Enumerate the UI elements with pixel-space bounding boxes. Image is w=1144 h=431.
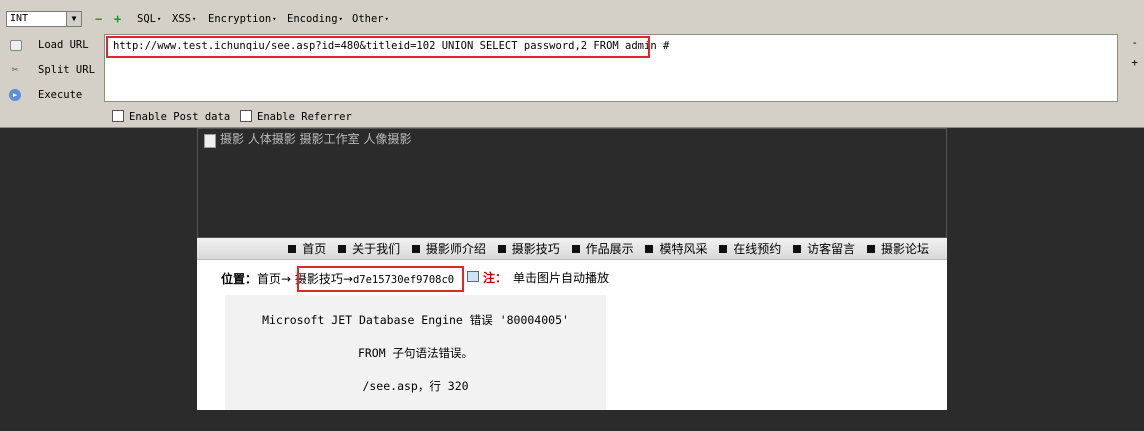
- bullet-icon: [719, 245, 728, 253]
- play-icon: ▶: [9, 89, 21, 101]
- type-select[interactable]: INT ▼: [6, 11, 82, 27]
- bullet-icon: [645, 245, 654, 253]
- nav-item-home[interactable]: 首页: [288, 238, 326, 260]
- execute-label: Execute: [38, 89, 83, 101]
- chevron-down-icon: ▼: [66, 12, 81, 26]
- caret-down-icon: ▾: [272, 15, 277, 23]
- caret-down-icon: ▾: [191, 15, 197, 23]
- caret-down-icon: ▾: [384, 15, 389, 23]
- scissors-icon: ✂: [11, 63, 19, 76]
- nav-item-photographers[interactable]: 摄影师介绍: [411, 238, 486, 260]
- breadcrumb-home-link[interactable]: 首页→: [257, 272, 291, 286]
- bullet-icon: [866, 245, 875, 253]
- execute-button[interactable]: ▶ Execute: [6, 87, 96, 105]
- bullet-icon: [411, 245, 420, 253]
- split-url-label: Split URL: [38, 64, 95, 76]
- bullet-icon: [793, 245, 802, 253]
- menu-encoding[interactable]: Encoding▾: [287, 13, 343, 25]
- load-url-button[interactable]: Load URL: [6, 37, 96, 55]
- nav-item-tips[interactable]: 摄影技巧: [497, 238, 560, 260]
- hackbar-toolbar: INT ▼ − + SQL▾ XSS▾ Encryption▾ Encoding…: [0, 0, 1144, 128]
- nav-bar: 首页 关于我们 摄影师介绍 摄影技巧 作品展示 模特风采 在线预约 访客留言 摄…: [197, 238, 947, 260]
- error-line-1: Microsoft JET Database Engine 错误 '800040…: [262, 313, 569, 327]
- checkbox-icon: [240, 110, 252, 122]
- nav-item-about[interactable]: 关于我们: [338, 238, 400, 260]
- caret-down-icon: ▾: [156, 15, 162, 23]
- enable-referrer-checkbox[interactable]: Enable Referrer: [240, 110, 352, 123]
- note-label: 注：: [483, 271, 508, 285]
- nav-item-works[interactable]: 作品展示: [571, 238, 634, 260]
- enable-post-checkbox[interactable]: Enable Post data: [112, 110, 230, 123]
- monitor-icon: [467, 271, 479, 282]
- nav-item-booking[interactable]: 在线预约: [719, 238, 781, 260]
- minus-icon[interactable]: −: [95, 13, 102, 25]
- shrink-textarea-button[interactable]: -: [1131, 36, 1138, 49]
- menu-sql[interactable]: SQL▾: [137, 13, 161, 25]
- slideshow-note: 注： 单击图片自动播放: [467, 269, 609, 286]
- menu-other[interactable]: Other▾: [352, 13, 389, 25]
- nav-item-forum[interactable]: 摄影论坛: [866, 238, 929, 260]
- error-line-2: FROM 子句语法错误。: [357, 346, 474, 360]
- error-line-3: /see.asp，行 320: [362, 379, 469, 393]
- main-content: 位置：首页→ 摄影技巧→d7e15730ef9708c0 注： 单击图片自动播放 …: [197, 260, 947, 410]
- menu-xss[interactable]: XSS▾: [172, 13, 196, 25]
- load-url-icon: [10, 40, 22, 51]
- url-highlight-box: [106, 36, 650, 58]
- nav-item-guestbook[interactable]: 访客留言: [793, 238, 855, 260]
- menu-encryption[interactable]: Encryption▾: [208, 13, 276, 25]
- db-error-box: Microsoft JET Database Engine 错误 '800040…: [225, 295, 606, 410]
- expand-textarea-button[interactable]: +: [1131, 56, 1138, 69]
- note-text: 单击图片自动播放: [513, 271, 610, 285]
- bullet-icon: [338, 245, 347, 253]
- breadcrumb-highlight-box: [297, 266, 464, 292]
- bullet-icon: [288, 245, 297, 253]
- bullet-icon: [571, 245, 580, 253]
- header-alt-text: 摄影 人体摄影 摄影工作室 人像摄影: [220, 132, 412, 146]
- breadcrumb-label: 位置：: [221, 272, 258, 286]
- nav-item-models[interactable]: 模特风采: [645, 238, 707, 260]
- page-header-banner: 摄影 人体摄影 摄影工作室 人像摄影: [197, 128, 947, 238]
- split-url-button[interactable]: ✂ Split URL: [6, 62, 96, 80]
- broken-image-icon: [204, 134, 216, 148]
- plus-icon[interactable]: +: [114, 13, 121, 25]
- caret-down-icon: ▾: [338, 15, 343, 23]
- load-url-label: Load URL: [38, 39, 89, 51]
- type-select-value: INT: [10, 13, 29, 24]
- checkbox-icon: [112, 110, 124, 122]
- bullet-icon: [497, 245, 506, 253]
